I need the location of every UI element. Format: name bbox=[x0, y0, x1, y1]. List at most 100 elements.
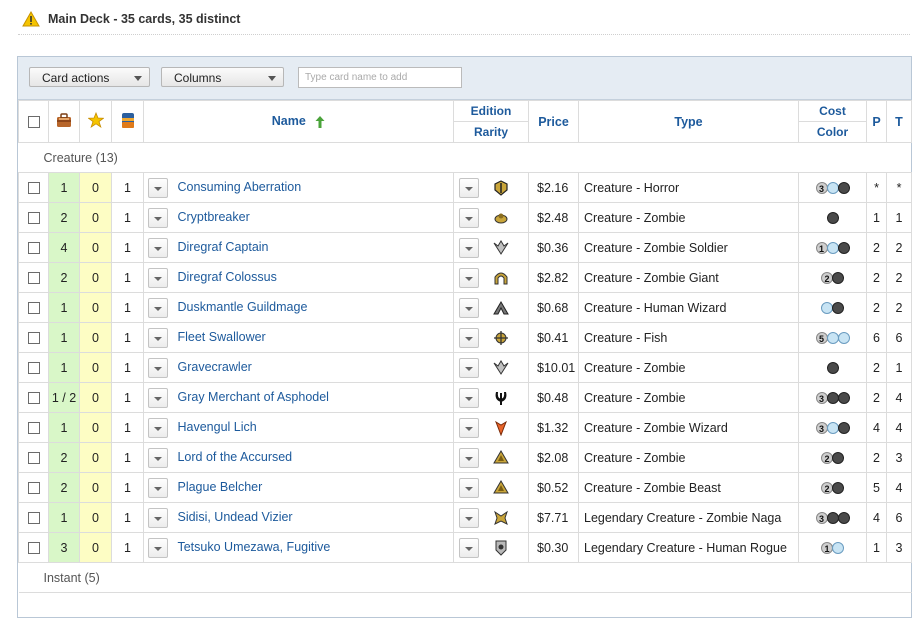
want-count[interactable]: 0 bbox=[79, 322, 112, 353]
have-count[interactable]: 1 bbox=[48, 502, 80, 533]
color-column-header[interactable]: Color bbox=[799, 122, 866, 142]
edition-dropdown[interactable] bbox=[459, 537, 479, 558]
row-checkbox[interactable] bbox=[27, 452, 40, 465]
edition-column-header[interactable]: Edition bbox=[454, 101, 528, 122]
card-name-link[interactable]: Diregraf Colossus bbox=[177, 270, 276, 284]
have-count[interactable]: 2 bbox=[48, 442, 80, 473]
columns-dropdown[interactable]: Columns bbox=[161, 67, 284, 87]
want-count[interactable]: 0 bbox=[79, 412, 112, 443]
edition-dropdown[interactable] bbox=[459, 177, 479, 198]
edition-dropdown[interactable] bbox=[459, 267, 479, 288]
edition-dropdown[interactable] bbox=[459, 477, 479, 498]
want-count[interactable]: 0 bbox=[79, 472, 112, 503]
row-checkbox[interactable] bbox=[27, 422, 40, 435]
card-options-dropdown[interactable] bbox=[148, 327, 168, 348]
row-checkbox[interactable] bbox=[27, 542, 40, 555]
card-name-link[interactable]: Tetsuko Umezawa, Fugitive bbox=[177, 540, 330, 554]
card-name-link[interactable]: Havengul Lich bbox=[177, 420, 256, 434]
rarity-column-header[interactable]: Rarity bbox=[454, 122, 528, 142]
have-count[interactable]: 4 bbox=[48, 232, 80, 263]
price-column-header[interactable]: Price bbox=[528, 100, 579, 143]
want-count[interactable]: 0 bbox=[79, 352, 112, 383]
card-options-dropdown[interactable] bbox=[148, 177, 168, 198]
toughness-column-header[interactable]: T bbox=[886, 100, 912, 143]
card-name-link[interactable]: Lord of the Accursed bbox=[177, 450, 292, 464]
quantity-column-header[interactable] bbox=[111, 100, 144, 143]
quantity-count[interactable]: 1 bbox=[111, 472, 144, 503]
card-options-dropdown[interactable] bbox=[148, 387, 168, 408]
want-count[interactable]: 0 bbox=[79, 232, 112, 263]
edition-dropdown[interactable] bbox=[459, 357, 479, 378]
card-options-dropdown[interactable] bbox=[148, 537, 168, 558]
have-count[interactable]: 1 bbox=[48, 352, 80, 383]
card-name-link[interactable]: Plague Belcher bbox=[177, 480, 262, 494]
card-options-dropdown[interactable] bbox=[148, 477, 168, 498]
edition-dropdown[interactable] bbox=[459, 387, 479, 408]
card-name-link[interactable]: Diregraf Captain bbox=[177, 240, 268, 254]
quantity-count[interactable]: 1 bbox=[111, 262, 144, 293]
cost-column-header[interactable]: Cost bbox=[799, 101, 866, 122]
card-options-dropdown[interactable] bbox=[148, 207, 168, 228]
have-count[interactable]: 2 bbox=[48, 202, 80, 233]
name-column-header[interactable]: Name bbox=[143, 100, 454, 143]
row-checkbox[interactable] bbox=[27, 332, 40, 345]
row-checkbox[interactable] bbox=[27, 242, 40, 255]
row-checkbox[interactable] bbox=[27, 512, 40, 525]
edition-dropdown[interactable] bbox=[459, 417, 479, 438]
want-column-header[interactable] bbox=[79, 100, 112, 143]
edition-dropdown[interactable] bbox=[459, 507, 479, 528]
row-checkbox[interactable] bbox=[27, 212, 40, 225]
want-count[interactable]: 0 bbox=[79, 502, 112, 533]
have-count[interactable]: 1 / 2 bbox=[48, 382, 80, 413]
card-options-dropdown[interactable] bbox=[148, 297, 168, 318]
quantity-count[interactable]: 1 bbox=[111, 532, 144, 563]
quantity-count[interactable]: 1 bbox=[111, 352, 144, 383]
have-column-header[interactable] bbox=[48, 100, 80, 143]
quantity-count[interactable]: 1 bbox=[111, 202, 144, 233]
card-options-dropdown[interactable] bbox=[148, 267, 168, 288]
quantity-count[interactable]: 1 bbox=[111, 172, 144, 203]
quantity-count[interactable]: 1 bbox=[111, 232, 144, 263]
quantity-count[interactable]: 1 bbox=[111, 442, 144, 473]
row-checkbox[interactable] bbox=[27, 272, 40, 285]
row-checkbox[interactable] bbox=[27, 182, 40, 195]
edition-dropdown[interactable] bbox=[459, 207, 479, 228]
row-checkbox[interactable] bbox=[27, 302, 40, 315]
card-options-dropdown[interactable] bbox=[148, 417, 168, 438]
card-options-dropdown[interactable] bbox=[148, 357, 168, 378]
edition-dropdown[interactable] bbox=[459, 447, 479, 468]
card-name-link[interactable]: Consuming Aberration bbox=[177, 180, 301, 194]
have-count[interactable]: 2 bbox=[48, 472, 80, 503]
have-count[interactable]: 1 bbox=[48, 412, 80, 443]
quantity-count[interactable]: 1 bbox=[111, 322, 144, 353]
want-count[interactable]: 0 bbox=[79, 172, 112, 203]
edition-dropdown[interactable] bbox=[459, 297, 479, 318]
card-name-link[interactable]: Fleet Swallower bbox=[177, 330, 265, 344]
card-name-link[interactable]: Sidisi, Undead Vizier bbox=[177, 510, 292, 524]
have-count[interactable]: 1 bbox=[48, 322, 80, 353]
card-name-link[interactable]: Gravecrawler bbox=[177, 360, 251, 374]
want-count[interactable]: 0 bbox=[79, 202, 112, 233]
card-name-link[interactable]: Duskmantle Guildmage bbox=[177, 300, 307, 314]
power-column-header[interactable]: P bbox=[866, 100, 887, 143]
row-checkbox[interactable] bbox=[27, 482, 40, 495]
quantity-count[interactable]: 1 bbox=[111, 502, 144, 533]
type-column-header[interactable]: Type bbox=[578, 100, 799, 143]
have-count[interactable]: 2 bbox=[48, 262, 80, 293]
card-actions-dropdown[interactable]: Card actions bbox=[29, 67, 150, 87]
have-count[interactable]: 1 bbox=[48, 172, 80, 203]
quantity-count[interactable]: 1 bbox=[111, 412, 144, 443]
card-name-link[interactable]: Cryptbreaker bbox=[177, 210, 249, 224]
edition-dropdown[interactable] bbox=[459, 327, 479, 348]
want-count[interactable]: 0 bbox=[79, 292, 112, 323]
want-count[interactable]: 0 bbox=[79, 532, 112, 563]
quantity-count[interactable]: 1 bbox=[111, 382, 144, 413]
card-name-input[interactable] bbox=[298, 67, 462, 88]
have-count[interactable]: 3 bbox=[48, 532, 80, 563]
row-checkbox[interactable] bbox=[27, 362, 40, 375]
edition-dropdown[interactable] bbox=[459, 237, 479, 258]
card-options-dropdown[interactable] bbox=[148, 447, 168, 468]
have-count[interactable]: 1 bbox=[48, 292, 80, 323]
select-all-checkbox[interactable] bbox=[27, 116, 40, 129]
card-options-dropdown[interactable] bbox=[148, 507, 168, 528]
